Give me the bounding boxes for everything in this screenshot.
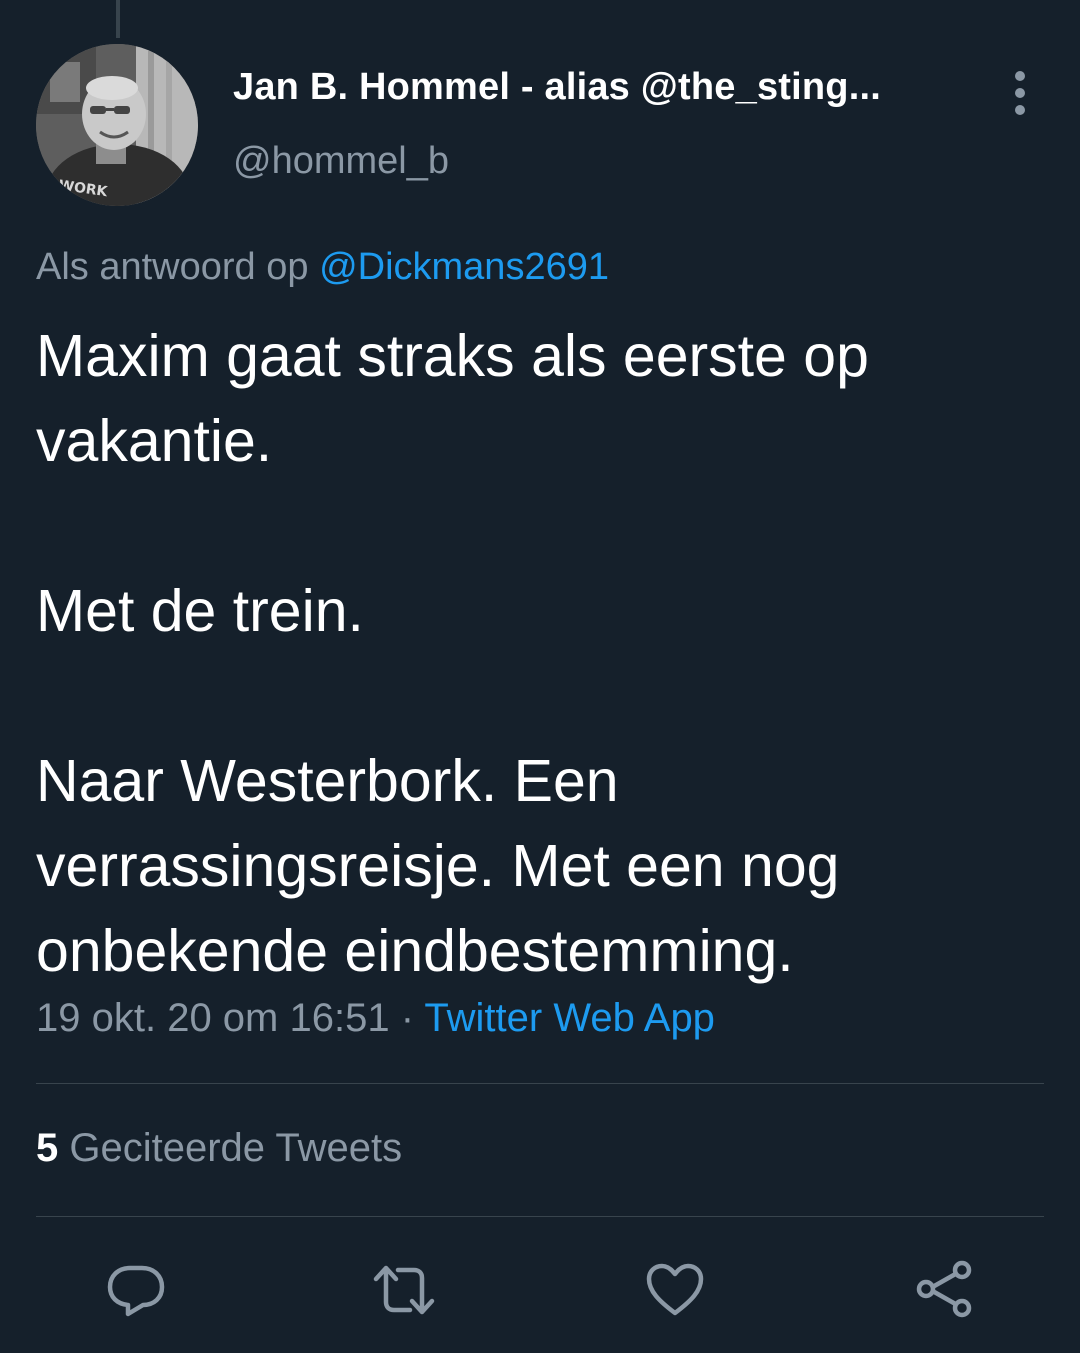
heart-icon: [646, 1263, 704, 1316]
reply-icon: [107, 1265, 165, 1317]
tweet-metadata: 19 okt. 20 om 16:51 · Twitter Web App: [36, 996, 715, 1041]
tweet-text-line: onbekende eindbestemming.: [36, 918, 794, 984]
tweet-text-line: vakantie.: [36, 408, 273, 474]
tweet-text-line: Maxim gaat straks als eerste op: [36, 323, 869, 389]
tweet-text-line: Naar Westerbork. Een: [36, 748, 619, 814]
share-icon: [916, 1260, 972, 1318]
author-handle[interactable]: @hommel_b: [233, 140, 449, 183]
avatar-photo: WORK: [36, 44, 198, 206]
retweet-button[interactable]: [372, 1258, 436, 1322]
more-vertical-icon: [1015, 71, 1025, 115]
thread-connector-line: [116, 0, 120, 38]
more-options-button[interactable]: [1000, 66, 1040, 122]
reply-prefix: Als antwoord op: [36, 246, 309, 288]
reply-button[interactable]: [104, 1258, 168, 1322]
meta-separator: ·: [400, 996, 415, 1040]
like-button[interactable]: [643, 1258, 707, 1322]
tweet-text-line: Met de trein.: [36, 578, 364, 644]
author-name[interactable]: Jan B. Hommel - alias @the_sting...: [233, 66, 881, 109]
retweet-icon: [373, 1265, 435, 1315]
reply-to-link[interactable]: @Dickmans2691: [319, 246, 609, 288]
tweet-source-link[interactable]: Twitter Web App: [424, 996, 715, 1040]
divider: [36, 1216, 1044, 1217]
avatar[interactable]: WORK: [36, 44, 198, 206]
quote-count: 5: [36, 1126, 59, 1170]
tweet-text: Maxim gaat straks als eerste op vakantie…: [36, 314, 1036, 994]
tweet-timestamp[interactable]: 19 okt. 20 om 16:51: [36, 996, 390, 1040]
tweet-text-line: verrassingsreisje. Met een nog: [36, 833, 840, 899]
share-button[interactable]: [912, 1258, 976, 1322]
reply-context: Als antwoord op @Dickmans2691: [36, 246, 609, 289]
divider: [36, 1083, 1044, 1084]
quote-tweets-link[interactable]: 5 Geciteerde Tweets: [36, 1126, 402, 1171]
quote-label: Geciteerde Tweets: [69, 1126, 403, 1170]
